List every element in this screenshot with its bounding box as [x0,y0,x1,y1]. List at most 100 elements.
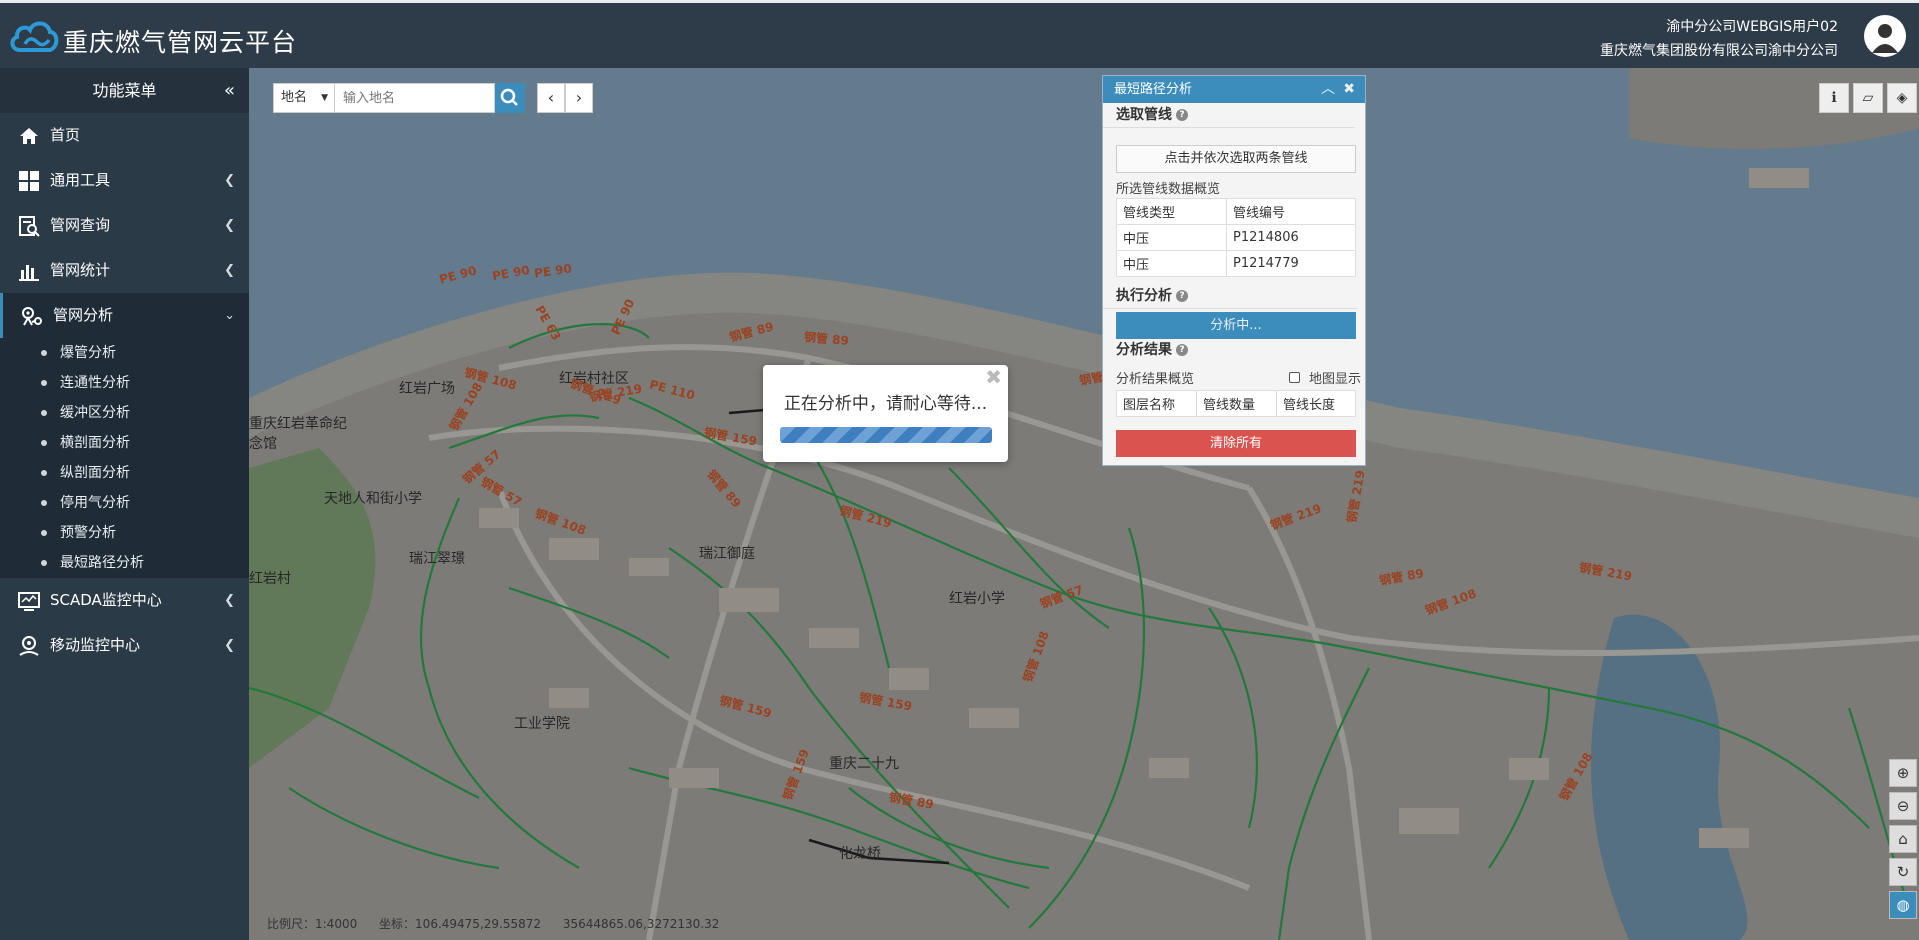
sidebar-item-network-query[interactable]: 管网查询 ❮ [0,203,249,248]
layers-button[interactable]: ◈ [1887,83,1917,113]
chevron-left-icon: ❮ [224,263,235,278]
info-icon: ℹ [1831,90,1837,106]
help-icon[interactable]: ? [1176,109,1188,121]
submenu-item-shortest-path[interactable]: 最短路径分析 [0,548,249,578]
zoom-in-icon: ⊕ [1896,764,1910,782]
table-cell: P1214779 [1226,250,1356,277]
close-icon[interactable]: ✖ [985,365,1002,389]
panel-title-bar: 最短路径分析 ︿ ✖ [1103,76,1365,103]
place-search-input[interactable] [335,83,495,113]
loading-message: 正在分析中，请耐心等待... [783,394,988,414]
sidebar-item-label: 移动监控中心 [50,636,141,654]
sidebar-item-scada[interactable]: SCADA监控中心 ❮ [0,578,249,623]
chevron-left-icon: ❮ [224,218,235,233]
info-button[interactable]: ℹ [1819,83,1849,113]
chevron-left-icon: ❮ [224,173,235,188]
analyze-button[interactable]: 分析中... [1116,312,1356,339]
close-icon[interactable]: ✖ [1343,76,1355,103]
submenu-item-connectivity[interactable]: 连通性分析 [0,368,249,398]
panel-title: 最短路径分析 [1114,82,1193,97]
caret-down-icon: ▼ [321,93,328,103]
table-header: 管线类型 [1116,198,1227,225]
chevron-up-icon[interactable]: ︿ [1321,76,1335,103]
sidebar-item-general-tools[interactable]: 通用工具 ❮ [0,158,249,203]
search-icon [500,88,518,106]
user-company: 重庆燃气集团股份有限公司渝中分公司 [1600,43,1838,59]
modal-backdrop [249,68,1919,940]
monitor-chart-icon [18,592,40,611]
sidebar-title: 功能菜单 [92,81,157,100]
map-coordinate: 坐标：106.49475,29.55872 [379,917,542,931]
globe-button[interactable]: ◍ [1889,891,1917,919]
next-view-button[interactable]: › [565,83,593,113]
chevron-left-icon: ❮ [224,593,235,608]
help-icon[interactable]: ? [1176,344,1188,356]
submenu-item-gas-stop[interactable]: 停用气分析 [0,488,249,518]
home-icon: ⌂ [1898,830,1908,848]
submenu-item-longitudinal-section[interactable]: 纵剖面分析 [0,458,249,488]
submenu-item-buffer[interactable]: 缓冲区分析 [0,398,249,428]
shortest-path-panel: 最短路径分析 ︿ ✖ 选取管线? 点击并依次选取两条管线 所选管线数据概览 管线… [1102,75,1366,466]
table-row[interactable]: 中压 P1214806 [1116,224,1356,251]
select-pipe-section-title: 选取管线? [1103,103,1355,128]
clear-all-button[interactable]: 清除所有 [1116,430,1356,457]
layers-icon: ◈ [1896,90,1908,106]
map-scale: 比例尺：1:4000 [267,917,358,931]
sidebar-header: 功能菜单 « [0,68,249,113]
table-row[interactable]: 中压 P1214779 [1116,250,1356,277]
sidebar-item-label: SCADA监控中心 [50,591,162,609]
submenu-item-warning[interactable]: 预警分析 [0,518,249,548]
measure-button[interactable]: ▱ [1853,83,1883,113]
sidebar-item-label: 通用工具 [50,171,111,189]
help-icon[interactable]: ? [1176,290,1188,302]
cloud-logo-icon [10,21,59,52]
sidebar-item-network-analysis[interactable]: 管网分析 ⌄ [0,293,249,338]
table-cell: 中压 [1116,250,1227,277]
map-status-bar: 比例尺：1:4000 坐标：106.49475,29.55872 3564486… [267,915,737,932]
chevron-down-icon: ⌄ [224,308,235,323]
bar-chart-icon [19,265,39,281]
map-display-checkbox[interactable] [1289,372,1300,383]
home-view-button[interactable]: ⌂ [1889,825,1917,853]
analysis-loading-modal: ✖ 正在分析中，请耐心等待... [763,365,1008,462]
table-header: 管线数量 [1196,390,1277,417]
sidebar-item-label: 首页 [50,126,81,144]
zoom-out-icon: ⊖ [1896,797,1910,815]
home-icon [20,128,38,144]
pick-pipes-button[interactable]: 点击并依次选取两条管线 [1116,145,1356,173]
previous-view-button[interactable]: ‹ [537,83,565,113]
progress-bar [780,427,992,443]
sidebar-item-mobile-monitor[interactable]: 移动监控中心 ❮ [0,623,249,668]
zoom-in-button[interactable]: ⊕ [1889,759,1917,787]
submenu-item-cross-section[interactable]: 横剖面分析 [0,428,249,458]
section-label: 选取管线 [1116,107,1172,123]
globe-icon: ◍ [1896,896,1910,914]
sidebar-item-home[interactable]: 首页 [0,113,249,158]
pipe-analysis-icon [22,307,42,326]
sidebar-item-network-stats[interactable]: 管网统计 ❮ [0,248,249,293]
chevron-left-icon: ❮ [224,638,235,653]
grid-icon [19,171,39,191]
table-cell: 中压 [1116,224,1227,251]
top-header: 重庆燃气管网云平台 渝中分公司WEBGIS用户02 重庆燃气集团股份有限公司渝中… [0,0,1919,68]
map-projected-coordinate: 35644865.06,3272130.32 [562,917,720,931]
search-type-select[interactable]: 地名 ▼ [273,83,335,113]
result-overview-label: 分析结果概览 [1116,372,1195,387]
search-button[interactable] [495,83,525,113]
map-view[interactable]: 红岩广场 红岩村社区 重庆红岩革命纪念馆 天地人和街小学 红岩村 瑞江翠璟 瑞江御庭 红岩小学… [249,68,1919,940]
refresh-button[interactable]: ↻ [1889,858,1917,886]
table-header-row: 图层名称 管线数量 管线长度 [1116,390,1356,417]
zoom-out-button[interactable]: ⊖ [1889,792,1917,820]
submenu-item-pipe-burst[interactable]: 爆管分析 [0,338,249,368]
user-name: 渝中分公司WEBGIS用户02 [1666,19,1838,35]
user-location-icon [19,636,39,656]
table-header-row: 管线类型 管线编号 [1116,198,1356,225]
sidebar: 功能菜单 « 首页 通用工具 ❮ 管网查询 ❮ 管网统计 ❮ 管网分析 ⌄ 爆管… [0,68,249,940]
collapse-icon[interactable]: « [224,68,235,113]
section-label: 执行分析 [1116,288,1172,304]
selected-pipes-overview-label: 所选管线数据概览 [1116,182,1221,197]
map-toolbar: ℹ ▱ ◈ [1815,83,1917,113]
map-zoom-tools: ⊕ ⊖ ⌂ ↻ ◍ [1889,759,1917,924]
user-avatar-icon[interactable] [1864,15,1906,57]
table-cell: P1214806 [1226,224,1356,251]
